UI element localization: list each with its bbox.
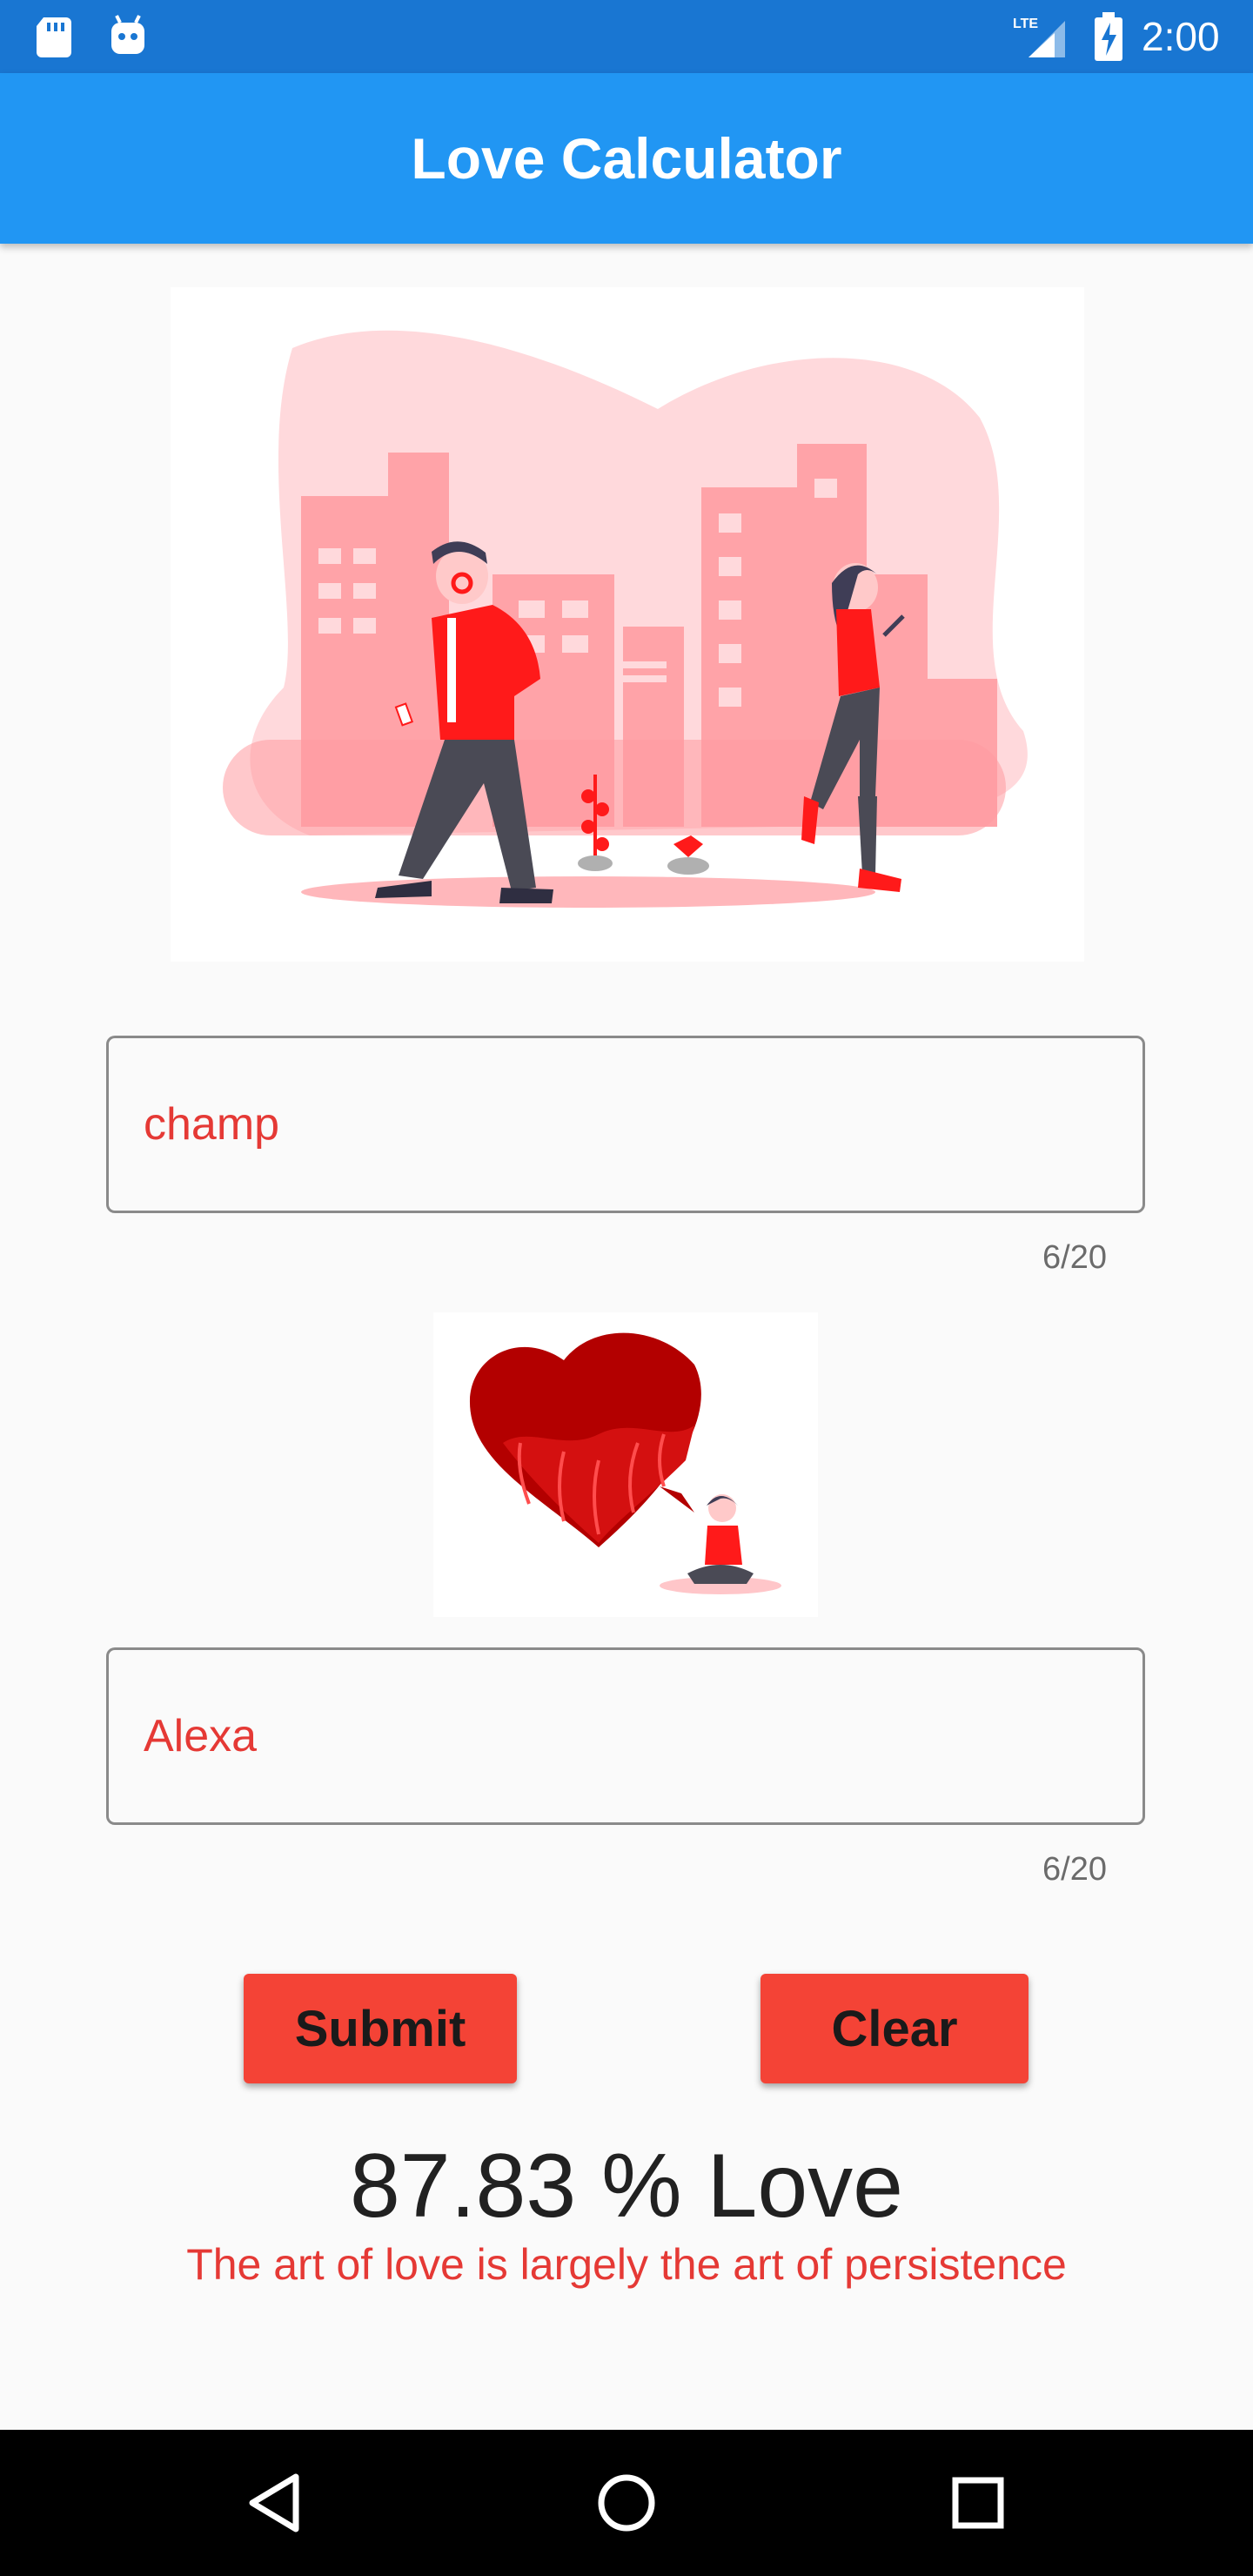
- couple-city-illustration: [171, 287, 1084, 962]
- heart-girl-image: [469, 1332, 781, 1594]
- submit-button-label: Submit: [294, 2000, 466, 2057]
- couple-city-image: [223, 330, 1028, 908]
- name2-value: Alexa: [144, 1711, 258, 1761]
- love-quote: The art of love is largely the art of pe…: [186, 2240, 1067, 2289]
- home-icon[interactable]: [592, 2468, 661, 2538]
- battery-charging-icon: [1095, 12, 1122, 61]
- recents-icon[interactable]: [943, 2468, 1013, 2538]
- clear-button-label: Clear: [831, 2000, 958, 2057]
- sd-card-icon: [37, 17, 71, 57]
- name2-input[interactable]: Alexa: [106, 1647, 1145, 1825]
- navigation-bar: [0, 2430, 1253, 2576]
- app-title: Love Calculator: [411, 126, 842, 191]
- love-percentage-result: 87.83 % Love: [349, 2136, 904, 2237]
- name1-char-counter: 6/20: [1042, 1239, 1107, 1276]
- name2-char-counter: 6/20: [1042, 1851, 1107, 1888]
- lte-signal-icon: LTE: [1013, 17, 1065, 57]
- name1-value: champ: [144, 1099, 280, 1150]
- heart-girl-illustration: [433, 1312, 818, 1617]
- android-icon: [111, 15, 144, 54]
- svg-text:LTE: LTE: [1013, 17, 1038, 31]
- submit-button[interactable]: Submit: [244, 1974, 517, 2083]
- back-icon[interactable]: [242, 2468, 312, 2538]
- app-bar: Love Calculator: [0, 73, 1253, 244]
- name1-input[interactable]: champ: [106, 1036, 1145, 1213]
- status-time: 2:00: [1142, 14, 1220, 59]
- clear-button[interactable]: Clear: [761, 1974, 1029, 2083]
- status-bar: LTE 2:00: [0, 0, 1253, 73]
